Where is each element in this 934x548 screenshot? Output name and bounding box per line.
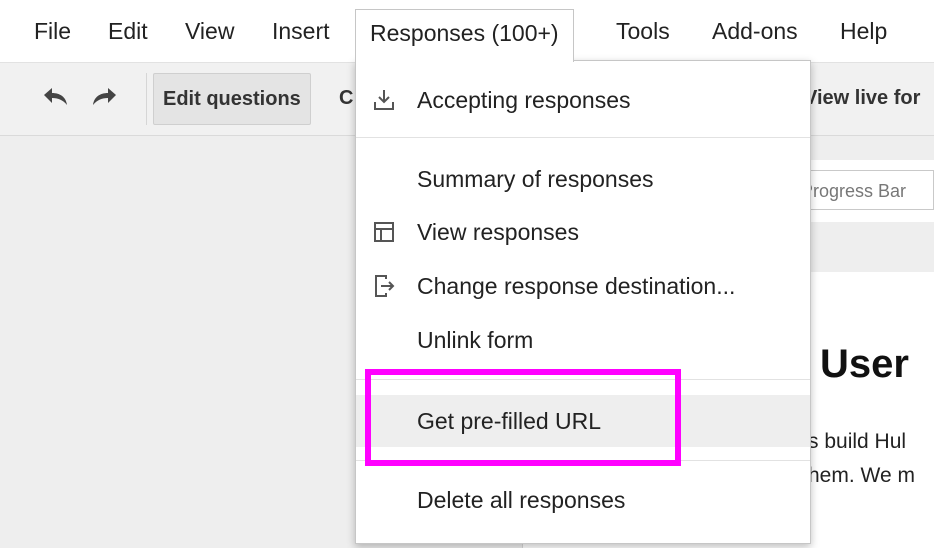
menu-item-label: Unlink form [417,327,534,353]
truncated-toolbar-button[interactable]: C [339,73,353,123]
edit-questions-button[interactable]: Edit questions [153,73,311,125]
download-tray-icon [374,90,394,110]
menu-separator [356,137,810,138]
menu-item-view-responses[interactable]: View responses [356,206,810,258]
menu-view[interactable]: View [185,0,234,62]
responses-dropdown-menu: Accepting responses Summary of responses… [355,60,811,544]
table-icon [374,222,394,242]
toolbar-divider [146,73,147,125]
form-description-line-2: hem. We m [808,464,915,487]
menu-bar: File Edit View Insert Responses (100+) T… [0,0,934,63]
menu-item-label: Change response destination... [417,273,736,299]
menu-file[interactable]: File [34,0,71,62]
menu-add-ons[interactable]: Add-ons [712,0,798,62]
menu-help[interactable]: Help [840,0,887,62]
menu-edit[interactable]: Edit [108,0,148,62]
redo-icon[interactable] [88,85,122,111]
undo-icon[interactable] [38,85,72,111]
export-arrow-icon [375,275,395,297]
menu-item-label: Delete all responses [417,487,626,513]
menu-item-label: Accepting responses [417,87,631,113]
menu-tools[interactable]: Tools [616,0,670,62]
menu-responses[interactable]: Responses (100+) [355,9,574,62]
menu-item-delete-all-responses[interactable]: Delete all responses [356,474,810,526]
menu-item-change-response-destination[interactable]: Change response destination... [356,260,810,312]
menu-item-label: Summary of responses [417,166,654,192]
menu-item-accepting-responses[interactable]: Accepting responses [356,74,810,126]
menu-item-unlink-form[interactable]: Unlink form [356,314,810,366]
menu-item-label: View responses [417,219,579,245]
menu-insert[interactable]: Insert [272,0,330,62]
view-live-form-button[interactable]: View live for [804,73,920,123]
menu-item-summary-of-responses[interactable]: Summary of responses [356,153,810,205]
form-title: User [820,342,909,386]
annotation-highlight-box [365,369,681,466]
form-description-line-1: s build Hul [808,430,907,453]
